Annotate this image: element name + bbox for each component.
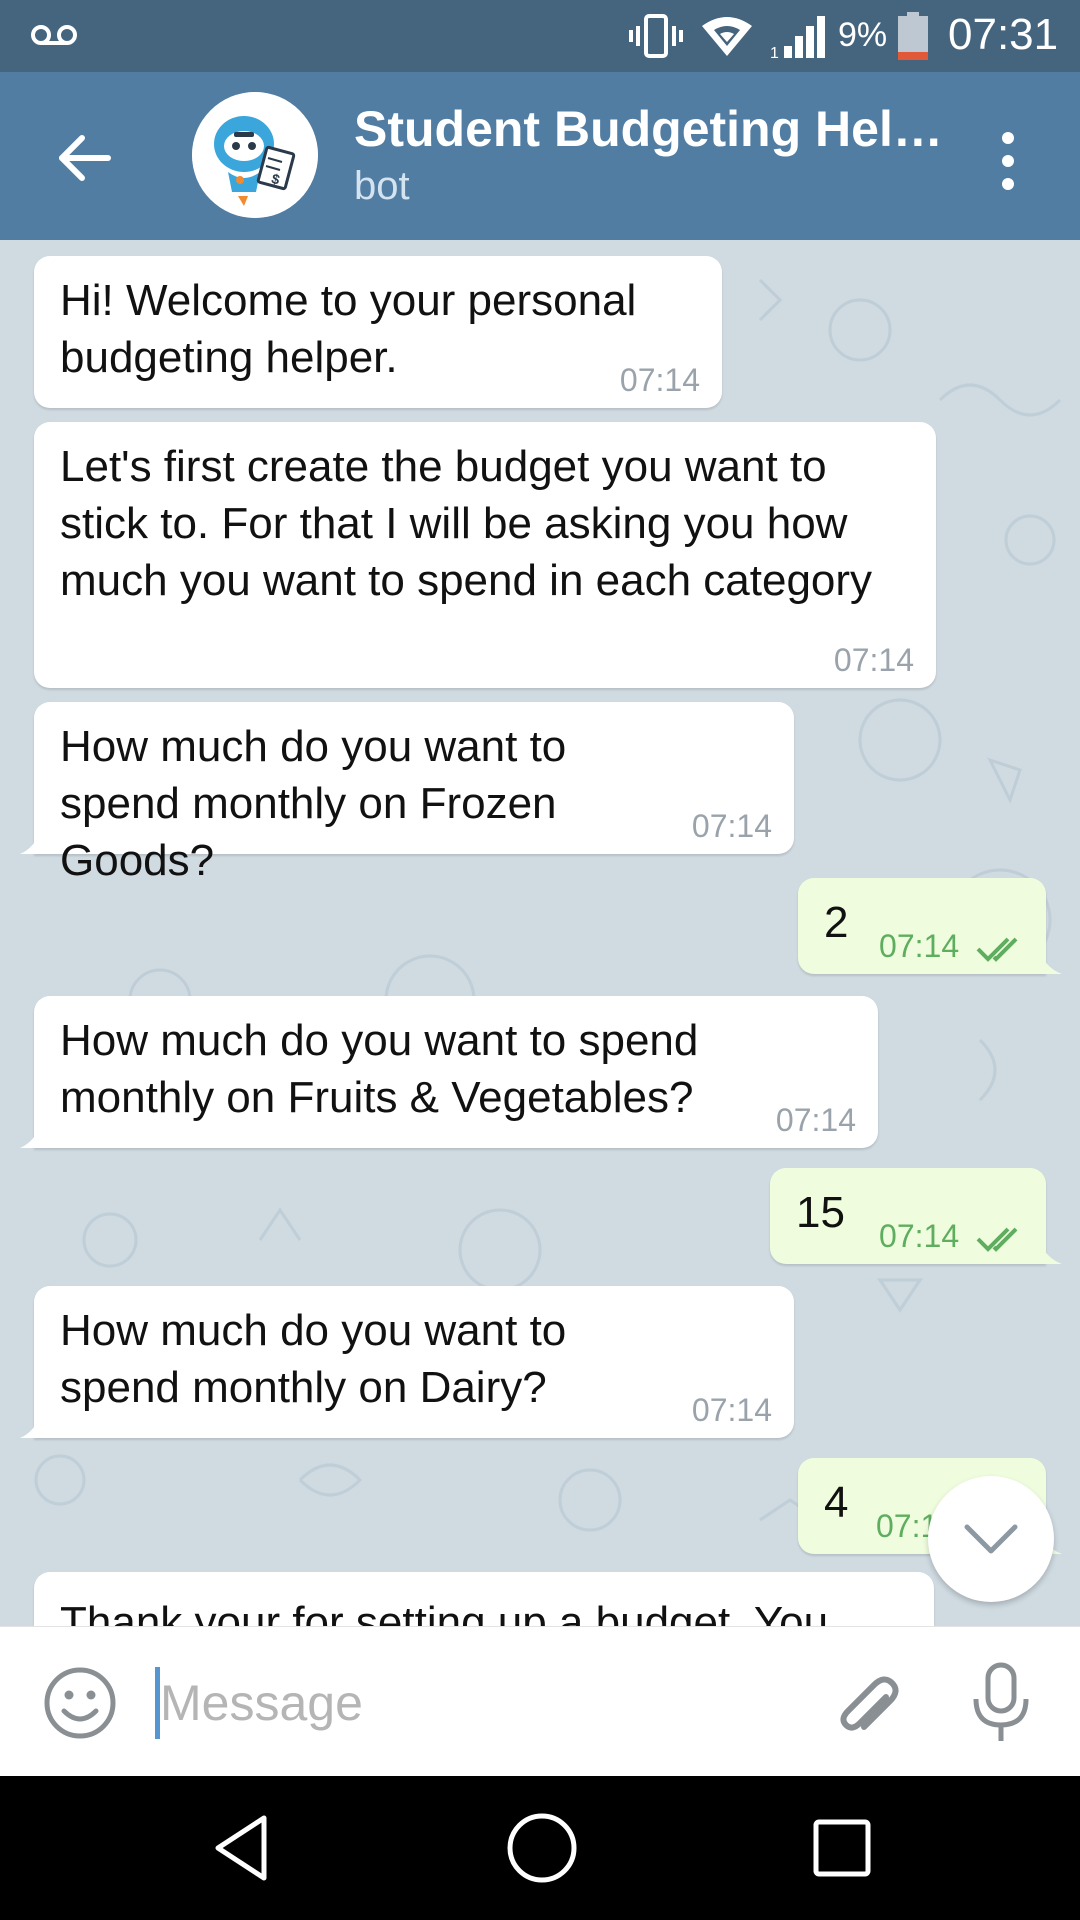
more-options-button[interactable] (986, 128, 1030, 194)
chat-subtitle: bot (354, 164, 410, 208)
arrow-left-icon (59, 135, 111, 181)
message-text: 4 (824, 1478, 849, 1527)
chevron-down-icon (964, 1524, 1018, 1554)
paperclip-icon[interactable] (826, 1663, 906, 1743)
wifi-icon (702, 17, 752, 56)
bot-avatar[interactable]: $ (192, 92, 318, 218)
message-text: Let's first create the budget you want t… (60, 442, 873, 605)
bubble-tail (20, 1416, 40, 1438)
voicemail-icon (31, 25, 77, 45)
nav-recents-icon[interactable] (806, 1812, 878, 1884)
chat-header: $ Student Budgeting Hel… bot (0, 72, 1080, 240)
double-check-icon (976, 937, 1018, 962)
message-time: 07:14 (619, 362, 700, 398)
outgoing-message[interactable]: 15 07:14 (770, 1168, 1062, 1264)
nav-back-icon[interactable] (206, 1812, 278, 1884)
signal-icon: 1 (770, 16, 825, 60)
microphone-icon[interactable] (968, 1661, 1034, 1745)
message-time: 07:14 (879, 1218, 960, 1254)
message-meta: 07:14 (879, 928, 1024, 964)
message-text: How much do you want to spend monthly on… (60, 1306, 567, 1412)
bubble-tail (20, 1126, 40, 1148)
battery-percent: 9% (838, 16, 888, 54)
outgoing-message[interactable]: 2 07:14 (798, 878, 1062, 974)
emoji-icon[interactable] (42, 1665, 118, 1741)
message-time: 07:14 (879, 928, 960, 964)
incoming-message[interactable]: Hi! Welcome to your personal budgeting h… (34, 256, 722, 408)
message-list[interactable]: Hi! Welcome to your personal budgeting h… (0, 240, 1080, 1626)
android-nav-bar (0, 1776, 1080, 1920)
bubble-tail (1040, 952, 1062, 974)
message-input[interactable] (160, 1663, 800, 1743)
incoming-message[interactable]: Let's first create the budget you want t… (34, 422, 936, 688)
message-meta: 07:14 (879, 1218, 1024, 1254)
message-time: 07:14 (691, 808, 772, 844)
bubble-tail (1040, 1242, 1062, 1264)
message-text: Thank your for setting up a budget. You (60, 1598, 829, 1626)
message-text: 15 (796, 1188, 845, 1237)
battery-low-icon (898, 12, 928, 60)
nav-home-icon[interactable] (504, 1810, 580, 1886)
scroll-to-bottom-button[interactable] (928, 1476, 1054, 1602)
message-time: 07:14 (833, 642, 914, 678)
back-button[interactable] (48, 122, 120, 194)
vibrate-icon (629, 14, 683, 58)
double-check-icon (976, 1227, 1018, 1252)
message-text: Hi! Welcome to your personal budgeting h… (60, 276, 637, 382)
robot-avatar-icon: $ (192, 92, 318, 218)
message-text: 2 (824, 898, 849, 947)
status-clock: 07:31 (948, 10, 1059, 59)
more-vert-icon (1002, 132, 1014, 190)
incoming-message[interactable]: How much do you want to spend monthly on… (20, 702, 794, 885)
message-composer (0, 1626, 1080, 1776)
message-text: How much do you want to spend monthly on… (60, 1016, 699, 1122)
incoming-message[interactable]: How much do you want to spend monthly on… (20, 996, 878, 1148)
status-bar: 1 9% 07:31 (0, 0, 1080, 72)
chat-title[interactable]: Student Budgeting Hel… (354, 100, 954, 158)
incoming-message[interactable]: How much do you want to spend monthly on… (20, 1286, 794, 1438)
bubble-tail (20, 832, 40, 854)
incoming-message[interactable]: Thank your for setting up a budget. You (34, 1572, 934, 1626)
message-time: 07:14 (775, 1102, 856, 1138)
message-time: 07:14 (691, 1392, 772, 1428)
svg-text:1: 1 (770, 45, 779, 60)
